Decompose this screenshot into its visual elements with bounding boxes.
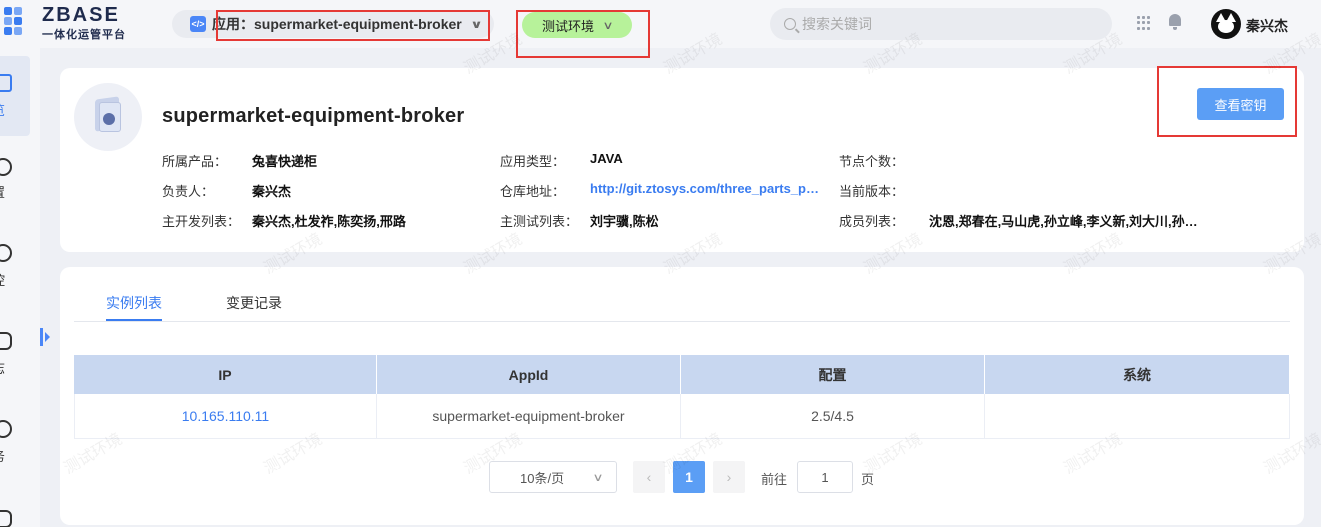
search-icon xyxy=(784,18,796,30)
app-logo-icon xyxy=(74,83,142,151)
sidebar-item-label: 控 xyxy=(0,270,5,289)
app-info-card: supermarket-equipment-broker 查看密钥 所属产品： … xyxy=(60,68,1304,252)
table-header: IP AppId 配置 系统 xyxy=(74,355,1290,394)
code-icon: </> xyxy=(190,16,206,32)
chevron-right-icon: › xyxy=(726,469,732,485)
chevron-down-icon: ∨ xyxy=(592,472,604,484)
annotation-box-secret xyxy=(1157,66,1297,137)
instance-appid: supermarket-equipment-broker xyxy=(377,394,681,438)
sidebar-item-monitor[interactable]: 控 xyxy=(0,240,30,288)
chevron-left-icon: ‹ xyxy=(646,469,652,485)
instance-table: IP AppId 配置 系统 10.165.110.11 supermarket… xyxy=(74,355,1290,439)
avatar[interactable] xyxy=(1211,9,1241,39)
column-header-system[interactable]: 系统 xyxy=(985,355,1290,394)
sidebar-item-label: 志 xyxy=(0,358,5,377)
sidebar-collapse-handle[interactable] xyxy=(40,326,52,348)
tab-bar: 实例列表 变更记录 xyxy=(74,267,1290,322)
log-icon xyxy=(0,332,12,350)
search-input[interactable]: 搜索关键词 xyxy=(770,8,1112,40)
instance-system xyxy=(985,394,1290,438)
tab-change-log[interactable]: 变更记录 xyxy=(226,293,282,313)
search-placeholder: 搜索关键词 xyxy=(802,16,872,32)
owner-value: 秦兴杰 xyxy=(252,184,292,199)
page-suffix-label: 页 xyxy=(861,472,875,487)
sidebar-item-tasks[interactable]: 务 xyxy=(0,416,30,464)
dev-list-value: 秦兴杰,杜发祚,陈奕扬,邢路 xyxy=(252,214,406,229)
page-number-button[interactable]: 1 xyxy=(673,461,705,493)
annotation-box-env xyxy=(516,10,650,58)
sidebar: 览 置 控 志 务 xyxy=(0,48,40,527)
overview-icon xyxy=(0,74,12,92)
column-header-config[interactable]: 配置 xyxy=(681,355,985,394)
instance-card: 实例列表 变更记录 IP AppId 配置 系统 10.165.110.11 s… xyxy=(60,267,1304,525)
instance-config: 2.5/4.5 xyxy=(681,394,985,438)
version-label: 当前版本： xyxy=(839,184,905,199)
sidebar-item-label: 置 xyxy=(0,182,5,201)
monitor-icon xyxy=(0,244,12,262)
next-page-button[interactable]: › xyxy=(713,461,745,493)
product-value: 兔喜快递柜 xyxy=(252,154,318,169)
table-row: 10.165.110.11 supermarket-equipment-brok… xyxy=(74,394,1290,439)
repo-label: 仓库地址： xyxy=(500,184,566,199)
column-header-ip[interactable]: IP xyxy=(74,355,377,394)
product-label: 所属产品： xyxy=(162,154,228,169)
logo-title: ZBASE xyxy=(42,4,120,26)
sidebar-item-more[interactable] xyxy=(0,504,30,527)
chevron-right-icon xyxy=(45,332,50,342)
annotation-box-app xyxy=(216,10,490,41)
gear-icon xyxy=(0,158,12,176)
instance-ip-link[interactable]: 10.165.110.11 xyxy=(74,394,377,438)
sidebar-item-overview[interactable]: 览 xyxy=(0,56,30,136)
tab-instance-list[interactable]: 实例列表 xyxy=(106,293,162,313)
bell-icon[interactable] xyxy=(1168,14,1182,30)
prev-page-button[interactable]: ‹ xyxy=(633,461,665,493)
logo-subtitle: 一体化运管平台 xyxy=(42,29,126,41)
tester-list-value: 刘宇骥,陈松 xyxy=(590,214,659,229)
owner-label: 负责人： xyxy=(162,184,215,199)
task-icon xyxy=(0,420,12,438)
apps-grid-icon[interactable] xyxy=(1137,16,1151,30)
sidebar-item-logs[interactable]: 志 xyxy=(0,328,30,376)
sidebar-item-label: 务 xyxy=(0,446,5,465)
top-bar: ZBASE 一体化运管平台 </> 应用：supermarket-equipme… xyxy=(0,0,1321,48)
goto-page-input[interactable]: 1 xyxy=(797,461,853,493)
repo-link[interactable]: http://git.ztosys.com/three_parts_p… xyxy=(590,181,838,196)
dev-list-label: 主开发列表： xyxy=(162,214,241,229)
goto-label: 前往 xyxy=(761,472,788,487)
zbase-logo-icon xyxy=(4,7,34,41)
app-type-value: JAVA xyxy=(590,151,623,166)
app-name: supermarket-equipment-broker xyxy=(162,105,465,127)
column-header-appid[interactable]: AppId xyxy=(377,355,681,394)
more-icon xyxy=(0,510,12,527)
node-count-label: 节点个数： xyxy=(839,154,905,169)
page-size-label: 10条/页 xyxy=(520,470,565,486)
logo[interactable]: ZBASE 一体化运管平台 xyxy=(0,4,126,42)
member-list-value: 沈恩,郑春在,马山虎,孙立峰,李义新,刘大川,孙… xyxy=(929,214,1198,229)
user-name[interactable]: 秦兴杰 xyxy=(1246,16,1288,36)
member-list-label: 成员列表： xyxy=(839,214,905,229)
app-type-label: 应用类型： xyxy=(500,154,566,169)
page-size-select[interactable]: 10条/页 ∨ xyxy=(489,461,617,493)
pagination: 10条/页 ∨ ‹ 1 › 前往 1 页 xyxy=(60,461,1304,493)
tester-list-label: 主测试列表： xyxy=(500,214,579,229)
tab-active-indicator xyxy=(106,319,162,321)
sidebar-item-label: 览 xyxy=(0,100,5,119)
sidebar-item-config[interactable]: 置 xyxy=(0,152,30,200)
